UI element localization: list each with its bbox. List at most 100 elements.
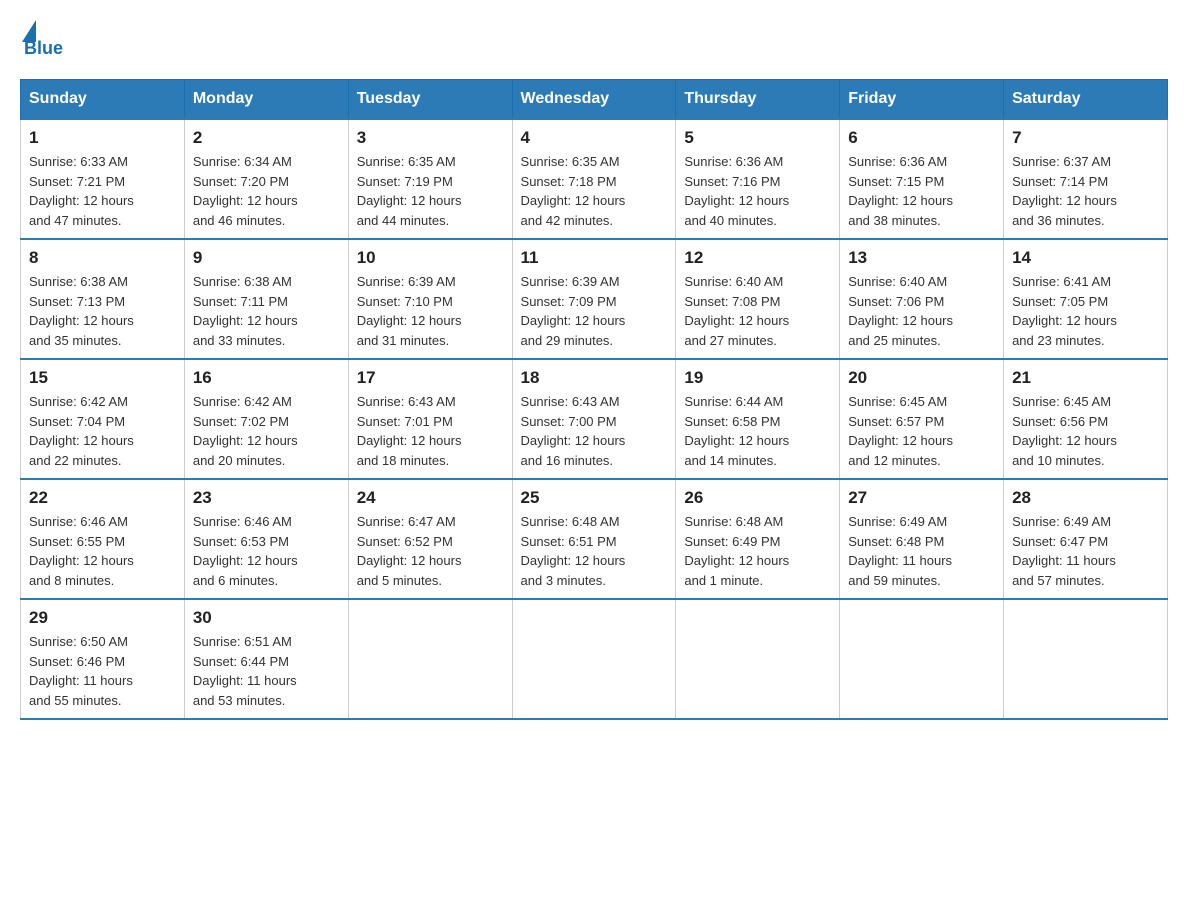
calendar-cell: 2 Sunrise: 6:34 AMSunset: 7:20 PMDayligh…	[184, 119, 348, 239]
day-number: 6	[848, 128, 995, 148]
day-info: Sunrise: 6:48 AMSunset: 6:51 PMDaylight:…	[521, 512, 668, 590]
day-number: 21	[1012, 368, 1159, 388]
day-number: 2	[193, 128, 340, 148]
calendar-cell: 10 Sunrise: 6:39 AMSunset: 7:10 PMDaylig…	[348, 239, 512, 359]
calendar-cell: 11 Sunrise: 6:39 AMSunset: 7:09 PMDaylig…	[512, 239, 676, 359]
day-info: Sunrise: 6:50 AMSunset: 6:46 PMDaylight:…	[29, 632, 176, 710]
day-info: Sunrise: 6:46 AMSunset: 6:55 PMDaylight:…	[29, 512, 176, 590]
calendar-cell: 21 Sunrise: 6:45 AMSunset: 6:56 PMDaylig…	[1004, 359, 1168, 479]
calendar-cell: 22 Sunrise: 6:46 AMSunset: 6:55 PMDaylig…	[21, 479, 185, 599]
logo: Blue	[20, 20, 63, 59]
day-info: Sunrise: 6:40 AMSunset: 7:08 PMDaylight:…	[684, 272, 831, 350]
day-info: Sunrise: 6:44 AMSunset: 6:58 PMDaylight:…	[684, 392, 831, 470]
calendar-table: SundayMondayTuesdayWednesdayThursdayFrid…	[20, 79, 1168, 720]
day-number: 4	[521, 128, 668, 148]
calendar-week-row: 15 Sunrise: 6:42 AMSunset: 7:04 PMDaylig…	[21, 359, 1168, 479]
day-number: 1	[29, 128, 176, 148]
day-number: 26	[684, 488, 831, 508]
day-info: Sunrise: 6:47 AMSunset: 6:52 PMDaylight:…	[357, 512, 504, 590]
calendar-cell: 19 Sunrise: 6:44 AMSunset: 6:58 PMDaylig…	[676, 359, 840, 479]
day-info: Sunrise: 6:38 AMSunset: 7:13 PMDaylight:…	[29, 272, 176, 350]
day-number: 22	[29, 488, 176, 508]
day-info: Sunrise: 6:36 AMSunset: 7:16 PMDaylight:…	[684, 152, 831, 230]
day-info: Sunrise: 6:46 AMSunset: 6:53 PMDaylight:…	[193, 512, 340, 590]
day-number: 30	[193, 608, 340, 628]
calendar-cell: 15 Sunrise: 6:42 AMSunset: 7:04 PMDaylig…	[21, 359, 185, 479]
day-number: 20	[848, 368, 995, 388]
calendar-cell: 1 Sunrise: 6:33 AMSunset: 7:21 PMDayligh…	[21, 119, 185, 239]
calendar-cell: 27 Sunrise: 6:49 AMSunset: 6:48 PMDaylig…	[840, 479, 1004, 599]
day-number: 5	[684, 128, 831, 148]
col-header-monday: Monday	[184, 80, 348, 120]
calendar-cell	[676, 599, 840, 719]
day-number: 18	[521, 368, 668, 388]
col-header-tuesday: Tuesday	[348, 80, 512, 120]
day-info: Sunrise: 6:39 AMSunset: 7:10 PMDaylight:…	[357, 272, 504, 350]
day-info: Sunrise: 6:49 AMSunset: 6:47 PMDaylight:…	[1012, 512, 1159, 590]
calendar-header-row: SundayMondayTuesdayWednesdayThursdayFrid…	[21, 80, 1168, 120]
calendar-cell: 23 Sunrise: 6:46 AMSunset: 6:53 PMDaylig…	[184, 479, 348, 599]
calendar-cell: 5 Sunrise: 6:36 AMSunset: 7:16 PMDayligh…	[676, 119, 840, 239]
calendar-week-row: 1 Sunrise: 6:33 AMSunset: 7:21 PMDayligh…	[21, 119, 1168, 239]
day-number: 8	[29, 248, 176, 268]
col-header-friday: Friday	[840, 80, 1004, 120]
day-number: 27	[848, 488, 995, 508]
day-number: 28	[1012, 488, 1159, 508]
calendar-cell: 29 Sunrise: 6:50 AMSunset: 6:46 PMDaylig…	[21, 599, 185, 719]
day-number: 24	[357, 488, 504, 508]
calendar-cell: 17 Sunrise: 6:43 AMSunset: 7:01 PMDaylig…	[348, 359, 512, 479]
day-info: Sunrise: 6:33 AMSunset: 7:21 PMDaylight:…	[29, 152, 176, 230]
calendar-cell: 14 Sunrise: 6:41 AMSunset: 7:05 PMDaylig…	[1004, 239, 1168, 359]
calendar-cell: 13 Sunrise: 6:40 AMSunset: 7:06 PMDaylig…	[840, 239, 1004, 359]
calendar-cell	[840, 599, 1004, 719]
calendar-cell	[348, 599, 512, 719]
calendar-cell: 24 Sunrise: 6:47 AMSunset: 6:52 PMDaylig…	[348, 479, 512, 599]
calendar-cell: 8 Sunrise: 6:38 AMSunset: 7:13 PMDayligh…	[21, 239, 185, 359]
day-number: 25	[521, 488, 668, 508]
day-number: 11	[521, 248, 668, 268]
day-number: 3	[357, 128, 504, 148]
day-info: Sunrise: 6:39 AMSunset: 7:09 PMDaylight:…	[521, 272, 668, 350]
day-info: Sunrise: 6:48 AMSunset: 6:49 PMDaylight:…	[684, 512, 831, 590]
day-info: Sunrise: 6:43 AMSunset: 7:00 PMDaylight:…	[521, 392, 668, 470]
day-number: 15	[29, 368, 176, 388]
calendar-cell: 30 Sunrise: 6:51 AMSunset: 6:44 PMDaylig…	[184, 599, 348, 719]
day-number: 10	[357, 248, 504, 268]
day-info: Sunrise: 6:38 AMSunset: 7:11 PMDaylight:…	[193, 272, 340, 350]
day-info: Sunrise: 6:40 AMSunset: 7:06 PMDaylight:…	[848, 272, 995, 350]
day-info: Sunrise: 6:37 AMSunset: 7:14 PMDaylight:…	[1012, 152, 1159, 230]
day-number: 23	[193, 488, 340, 508]
day-number: 17	[357, 368, 504, 388]
day-number: 12	[684, 248, 831, 268]
calendar-cell: 3 Sunrise: 6:35 AMSunset: 7:19 PMDayligh…	[348, 119, 512, 239]
day-info: Sunrise: 6:49 AMSunset: 6:48 PMDaylight:…	[848, 512, 995, 590]
page-header: Blue	[20, 20, 1168, 59]
col-header-wednesday: Wednesday	[512, 80, 676, 120]
calendar-cell: 12 Sunrise: 6:40 AMSunset: 7:08 PMDaylig…	[676, 239, 840, 359]
day-info: Sunrise: 6:45 AMSunset: 6:57 PMDaylight:…	[848, 392, 995, 470]
day-info: Sunrise: 6:42 AMSunset: 7:04 PMDaylight:…	[29, 392, 176, 470]
col-header-sunday: Sunday	[21, 80, 185, 120]
day-info: Sunrise: 6:41 AMSunset: 7:05 PMDaylight:…	[1012, 272, 1159, 350]
day-number: 13	[848, 248, 995, 268]
col-header-saturday: Saturday	[1004, 80, 1168, 120]
day-number: 16	[193, 368, 340, 388]
calendar-cell: 6 Sunrise: 6:36 AMSunset: 7:15 PMDayligh…	[840, 119, 1004, 239]
day-number: 7	[1012, 128, 1159, 148]
calendar-cell: 25 Sunrise: 6:48 AMSunset: 6:51 PMDaylig…	[512, 479, 676, 599]
day-info: Sunrise: 6:43 AMSunset: 7:01 PMDaylight:…	[357, 392, 504, 470]
day-info: Sunrise: 6:35 AMSunset: 7:18 PMDaylight:…	[521, 152, 668, 230]
calendar-cell	[1004, 599, 1168, 719]
calendar-cell: 18 Sunrise: 6:43 AMSunset: 7:00 PMDaylig…	[512, 359, 676, 479]
calendar-cell: 9 Sunrise: 6:38 AMSunset: 7:11 PMDayligh…	[184, 239, 348, 359]
day-info: Sunrise: 6:35 AMSunset: 7:19 PMDaylight:…	[357, 152, 504, 230]
logo-underline: Blue	[24, 38, 63, 59]
calendar-week-row: 29 Sunrise: 6:50 AMSunset: 6:46 PMDaylig…	[21, 599, 1168, 719]
day-info: Sunrise: 6:51 AMSunset: 6:44 PMDaylight:…	[193, 632, 340, 710]
day-number: 29	[29, 608, 176, 628]
day-info: Sunrise: 6:45 AMSunset: 6:56 PMDaylight:…	[1012, 392, 1159, 470]
day-number: 19	[684, 368, 831, 388]
day-info: Sunrise: 6:36 AMSunset: 7:15 PMDaylight:…	[848, 152, 995, 230]
calendar-cell: 16 Sunrise: 6:42 AMSunset: 7:02 PMDaylig…	[184, 359, 348, 479]
col-header-thursday: Thursday	[676, 80, 840, 120]
